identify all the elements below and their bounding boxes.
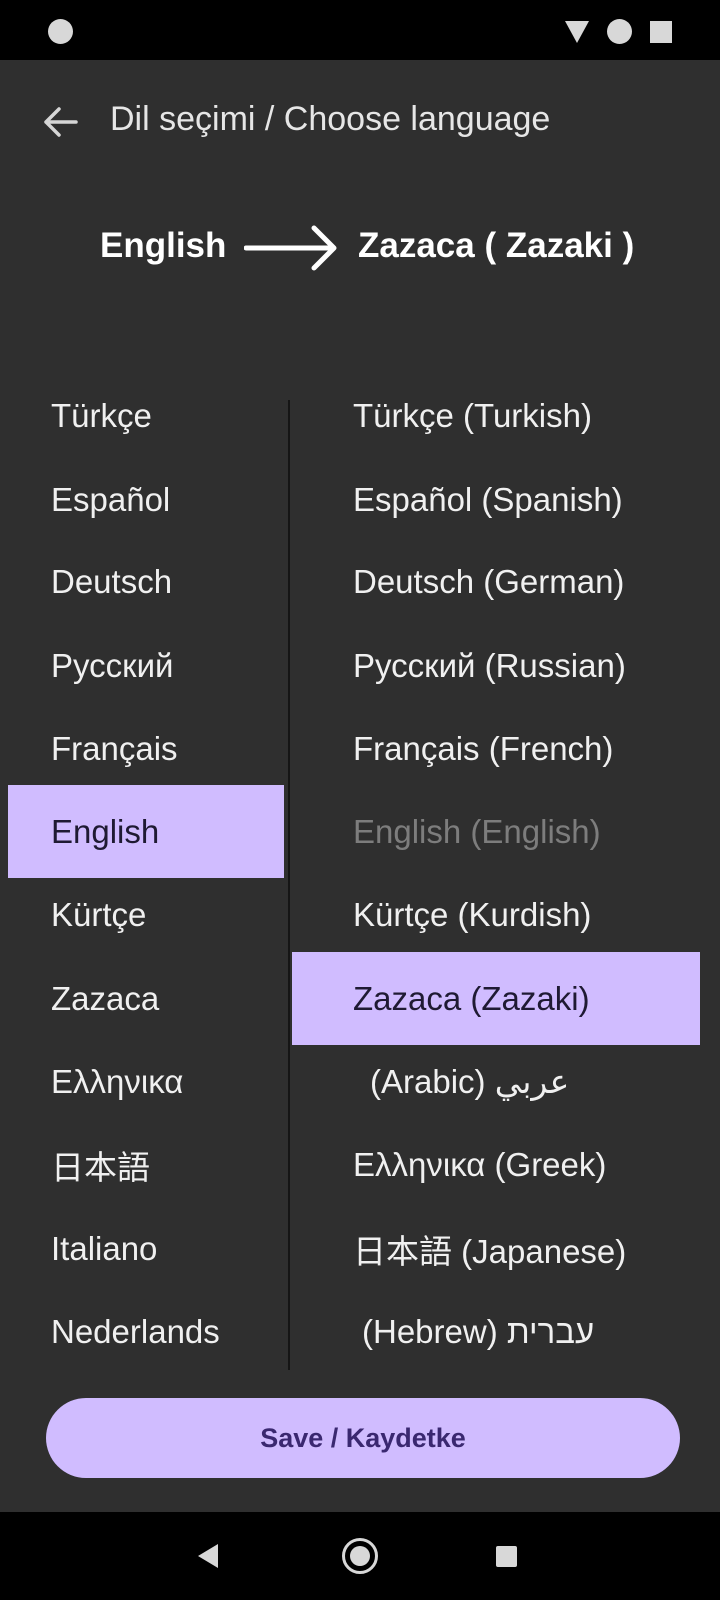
save-button[interactable]: Save / Kaydetke bbox=[46, 1398, 680, 1478]
column-divider bbox=[288, 400, 290, 1370]
target-language-item[interactable]: Русский (Russian) bbox=[292, 619, 700, 712]
navigation-bar bbox=[0, 1512, 720, 1600]
status-icons bbox=[565, 19, 672, 44]
target-language-item[interactable]: Türkçe (Turkish) bbox=[292, 380, 700, 462]
source-language-item[interactable]: Nederlands bbox=[8, 1285, 284, 1370]
status-bar bbox=[0, 0, 720, 60]
target-language-item[interactable]: English (English) bbox=[292, 785, 700, 878]
source-language-item[interactable]: 日本語 bbox=[8, 1118, 284, 1211]
direction-from: English bbox=[100, 226, 227, 265]
source-language-item[interactable]: Deutsch bbox=[8, 535, 284, 628]
source-language-item[interactable]: Русский bbox=[8, 619, 284, 712]
nav-back-icon[interactable] bbox=[198, 1544, 218, 1568]
source-language-item[interactable]: Zazaca bbox=[8, 952, 284, 1045]
target-language-item[interactable]: Deutsch (German) bbox=[292, 535, 700, 628]
source-language-item[interactable]: Ελληνικα bbox=[8, 1035, 284, 1128]
source-language-list[interactable]: Türkçe Español Deutsch Русский Français Engli… bbox=[0, 380, 290, 1370]
toolbar: Dil seçimi / Choose language bbox=[0, 60, 720, 184]
signal-icon bbox=[607, 19, 632, 44]
target-language-item[interactable]: (Arabic) عربي bbox=[292, 1035, 700, 1128]
nav-home-icon[interactable] bbox=[342, 1538, 378, 1574]
source-language-item[interactable]: Kürtçe bbox=[8, 868, 284, 961]
target-language-item[interactable]: 日本語 (Japanese) bbox=[292, 1202, 700, 1295]
source-language-item[interactable]: Türkçe bbox=[8, 380, 284, 462]
target-language-item[interactable]: Zazaca (Zazaki) bbox=[292, 952, 700, 1045]
nav-recents-icon[interactable] bbox=[496, 1546, 517, 1567]
direction-to: Zazaca ( Zazaki ) bbox=[358, 226, 635, 265]
target-language-item[interactable]: Español (Spanish) bbox=[292, 453, 700, 546]
source-language-item[interactable]: Français bbox=[8, 702, 284, 795]
language-selection-screen: Dil seçimi / Choose language English Zaz… bbox=[0, 0, 720, 1600]
wifi-icon bbox=[565, 20, 589, 43]
source-language-item[interactable]: Español bbox=[8, 453, 284, 546]
target-language-item[interactable]: Kürtçe (Kurdish) bbox=[292, 868, 700, 961]
translation-direction: English Zazaca ( Zazaki ) bbox=[0, 218, 720, 278]
target-language-item[interactable]: Ελληνικα (Greek) bbox=[292, 1118, 700, 1211]
back-button[interactable] bbox=[28, 94, 92, 150]
target-language-item[interactable]: (Hebrew) עברית bbox=[292, 1285, 700, 1370]
source-language-item[interactable]: Italiano bbox=[8, 1202, 284, 1295]
battery-icon bbox=[650, 20, 672, 43]
arrow-back-icon bbox=[44, 107, 78, 137]
notification-dot-icon bbox=[48, 19, 73, 44]
language-lists: Türkçe Español Deutsch Русский Français Engli… bbox=[0, 380, 720, 1370]
page-title: Dil seçimi / Choose language bbox=[110, 100, 551, 138]
source-language-item[interactable]: English bbox=[8, 785, 284, 878]
target-language-item[interactable]: Français (French) bbox=[292, 702, 700, 795]
arrow-right-icon bbox=[244, 225, 337, 271]
target-language-list[interactable]: Türkçe (Turkish) Español (Spanish) Deutsch… bbox=[292, 380, 720, 1370]
